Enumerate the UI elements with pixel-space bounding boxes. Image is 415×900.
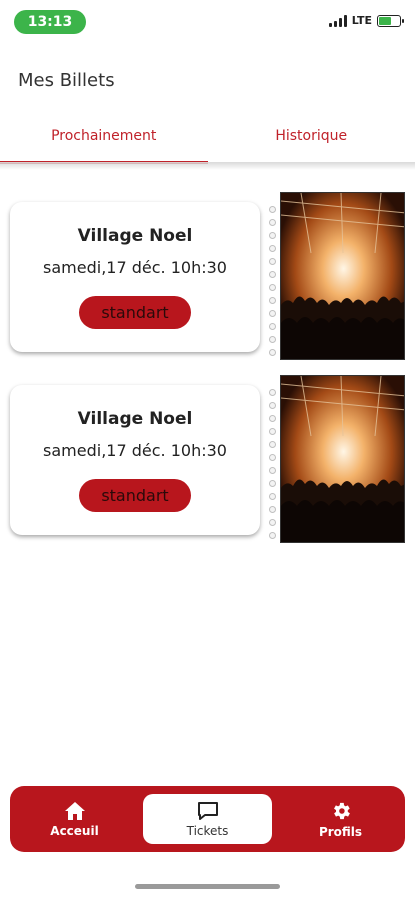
battery-charging-icon bbox=[377, 14, 404, 27]
signal-bars-icon bbox=[328, 14, 347, 27]
ticket-body: Village Noel samedi,17 déc. 10h:30 stand… bbox=[10, 202, 260, 352]
concert-crowd-image bbox=[280, 192, 405, 360]
nav-profils-label: Profils bbox=[318, 824, 363, 839]
gear-icon bbox=[333, 802, 350, 819]
status-bar: 13:13 LTE bbox=[0, 0, 415, 46]
home-indicator[interactable] bbox=[135, 884, 280, 889]
page-title: Mes Billets bbox=[18, 70, 115, 91]
tab-historique[interactable]: Historique bbox=[208, 112, 415, 162]
ticket-perforation bbox=[267, 389, 277, 539]
ticket-perforation bbox=[267, 206, 277, 356]
tab-bar: Prochainement Historique bbox=[0, 112, 415, 164]
ticket-card[interactable]: Village Noel samedi,17 déc. 10h:30 stand… bbox=[10, 192, 405, 362]
ticket-type-badge: standart bbox=[79, 296, 191, 329]
chat-bubble-icon bbox=[197, 801, 218, 820]
nav-profils[interactable]: Profils bbox=[276, 794, 405, 844]
ticket-type-badge: standart bbox=[79, 479, 191, 512]
nav-tickets-label: Tickets bbox=[186, 823, 229, 838]
nav-tickets[interactable]: Tickets bbox=[143, 794, 272, 844]
status-indicators: LTE bbox=[328, 14, 404, 27]
status-time: 13:13 bbox=[14, 10, 86, 34]
event-name: Village Noel bbox=[77, 226, 193, 246]
ticket-body: Village Noel samedi,17 déc. 10h:30 stand… bbox=[10, 385, 260, 535]
network-type: LTE bbox=[351, 14, 372, 27]
bottom-navigation: Acceuil Tickets Profils bbox=[10, 786, 405, 852]
concert-crowd-image bbox=[280, 375, 405, 543]
event-name: Village Noel bbox=[77, 409, 193, 429]
nav-accueil[interactable]: Acceuil bbox=[10, 794, 139, 844]
tab-prochainement[interactable]: Prochainement bbox=[0, 112, 208, 164]
ticket-card[interactable]: Village Noel samedi,17 déc. 10h:30 stand… bbox=[10, 375, 405, 545]
home-icon bbox=[64, 801, 85, 820]
nav-accueil-label: Acceuil bbox=[50, 823, 99, 838]
event-date: samedi,17 déc. 10h:30 bbox=[43, 258, 227, 277]
event-date: samedi,17 déc. 10h:30 bbox=[43, 441, 227, 460]
tab-bar-shadow bbox=[0, 162, 415, 170]
